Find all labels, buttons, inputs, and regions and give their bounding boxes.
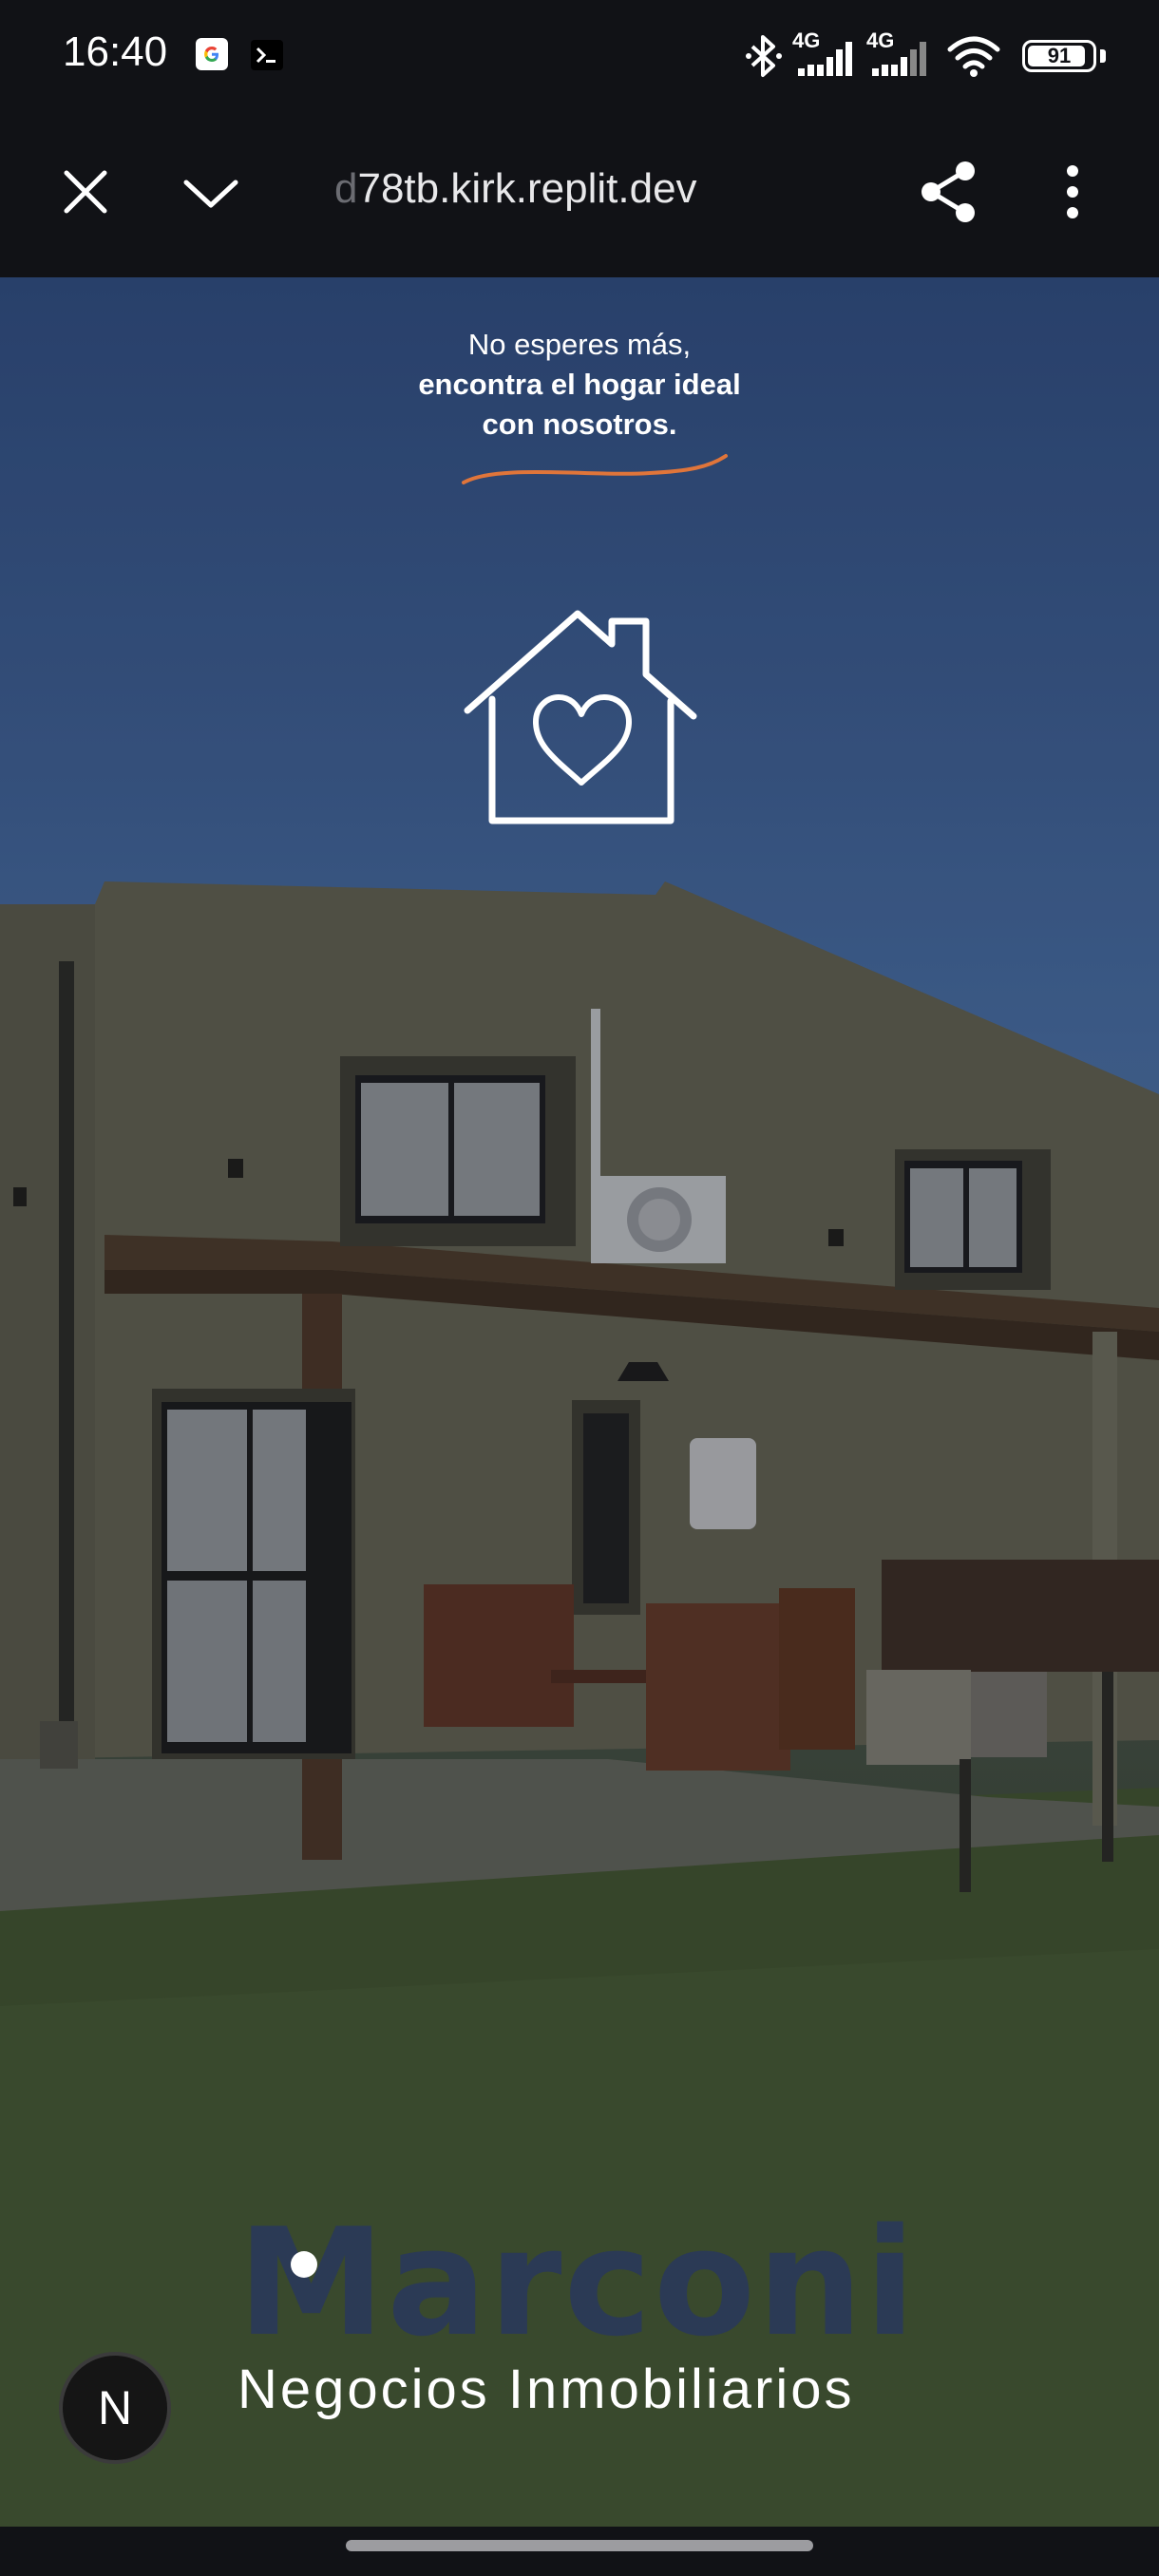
minimize-button[interactable] <box>180 175 241 218</box>
battery-icon: 91 <box>1022 40 1096 72</box>
nextjs-dev-badge[interactable]: N <box>59 2352 171 2464</box>
house-heart-icon <box>464 610 697 824</box>
gesture-nav-bar <box>0 2527 1159 2576</box>
home-indicator[interactable] <box>346 2540 813 2551</box>
tagline-underline <box>462 454 728 484</box>
tagline-line-1: No esperes más, <box>467 328 692 361</box>
google-icon <box>196 38 228 75</box>
brand-name: Marconi <box>238 2196 918 2369</box>
share-icon <box>922 161 975 222</box>
close-icon <box>64 170 107 214</box>
battery-percent: 91 <box>1047 44 1072 67</box>
brand-logo: Marconi Negocios Inmobiliarios <box>238 2196 922 2421</box>
url-faded-part: d <box>334 165 358 212</box>
browser-toolbar: d78tb.kirk.replit.dev <box>0 112 1159 277</box>
url-text[interactable]: d78tb.kirk.replit.dev <box>334 165 697 213</box>
bluetooth-icon <box>745 32 783 85</box>
tagline-line-3: con nosotros. <box>482 407 677 441</box>
chevron-down-icon <box>183 180 238 208</box>
wifi-icon <box>946 34 1001 83</box>
status-bar: 16:40 4G 4G 91 <box>0 0 1159 112</box>
brand-subtitle: Negocios Inmobiliarios <box>238 2358 855 2420</box>
terminal-icon <box>251 40 283 75</box>
url-main-part: 78tb.kirk.replit.dev <box>357 165 697 212</box>
hero-section: No esperes más, encontra el hogar ideal … <box>0 277 1159 2527</box>
nextjs-logo-letter: N <box>97 2381 133 2434</box>
tagline-line-2: encontra el hogar ideal <box>418 368 741 401</box>
share-button[interactable] <box>918 158 980 231</box>
hero-tagline: No esperes más, encontra el hogar ideal … <box>0 325 1159 445</box>
more-vert-icon <box>1067 165 1078 218</box>
more-options-button[interactable] <box>1058 161 1087 227</box>
close-button[interactable] <box>59 165 112 223</box>
battery-tip <box>1100 49 1106 63</box>
brand-dot <box>291 2251 317 2278</box>
clock: 16:40 <box>63 28 168 75</box>
